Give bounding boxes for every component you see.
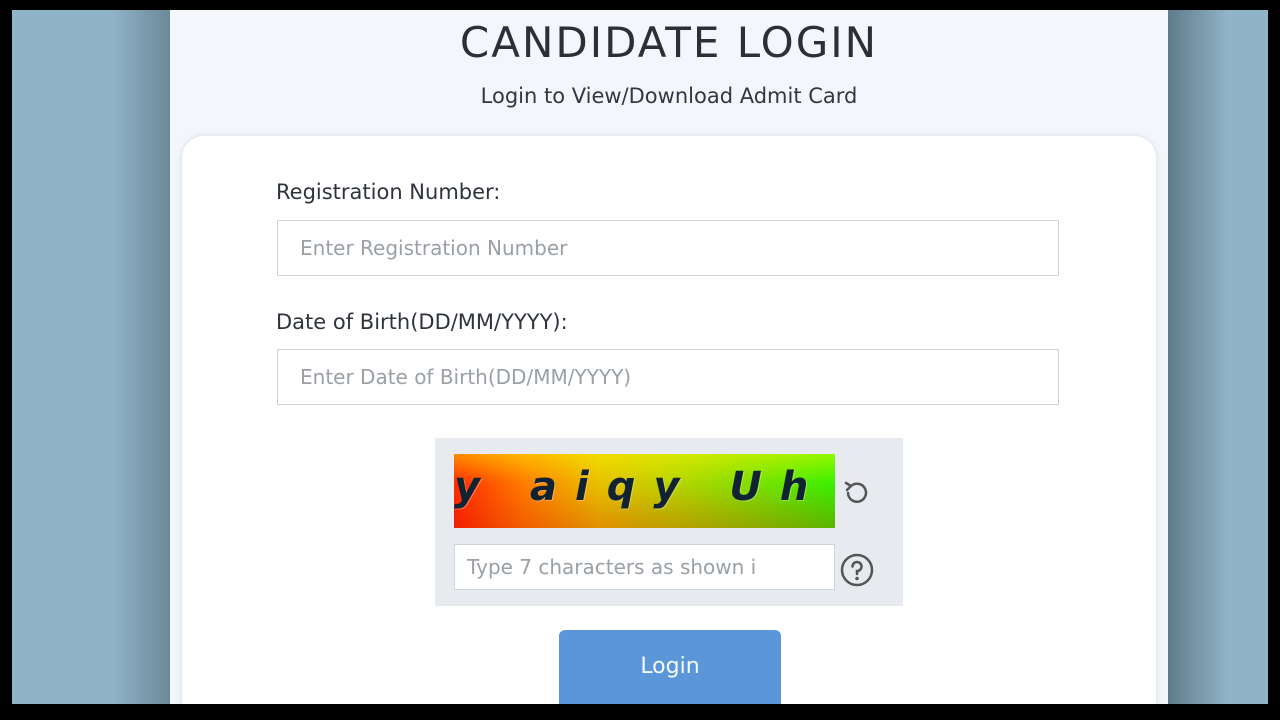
help-icon[interactable] [838, 551, 876, 589]
captcha-text: y aiqy Uh [454, 464, 827, 510]
date-of-birth-label: Date of Birth(DD/MM/YYYY): [276, 310, 568, 334]
login-button[interactable]: Login [559, 630, 781, 704]
page-frame: CANDIDATE LOGIN Login to View/Download A… [12, 10, 1268, 704]
registration-number-input[interactable] [277, 220, 1059, 276]
captcha-box: y aiqy Uh [435, 438, 903, 606]
page-title: CANDIDATE LOGIN [459, 18, 879, 67]
right-shadow [1168, 10, 1228, 704]
captcha-input[interactable] [454, 544, 835, 590]
registration-number-label: Registration Number: [276, 180, 501, 204]
captcha-image: y aiqy Uh [454, 454, 835, 528]
login-panel: CANDIDATE LOGIN Login to View/Download A… [170, 10, 1168, 704]
refresh-icon[interactable] [838, 474, 876, 512]
date-of-birth-input[interactable] [277, 349, 1059, 405]
login-form-card: Registration Number: Date of Birth(DD/MM… [182, 136, 1156, 704]
left-shadow [112, 10, 172, 704]
page-subtitle: Login to View/Download Admit Card [480, 84, 858, 108]
